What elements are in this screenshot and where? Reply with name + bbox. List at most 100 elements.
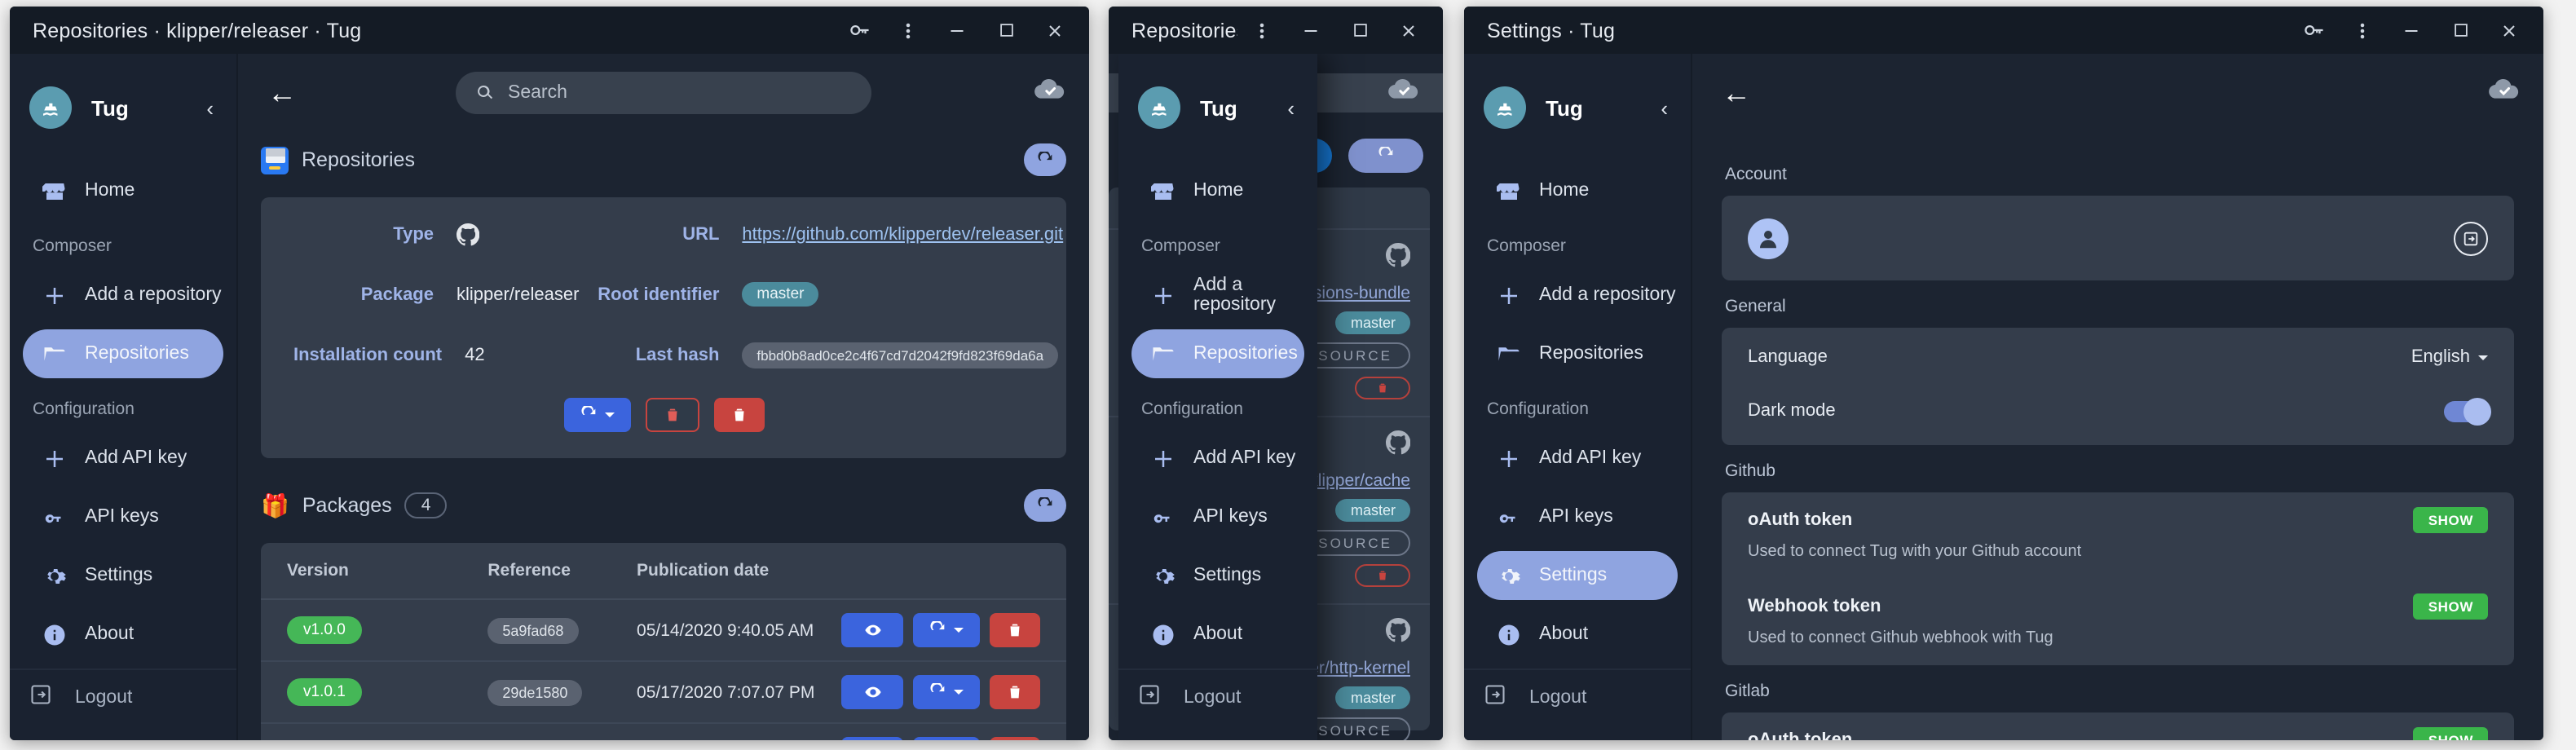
section-title: Packages bbox=[302, 494, 392, 517]
language-row[interactable]: Language English bbox=[1748, 328, 2488, 386]
plus-icon bbox=[1145, 283, 1180, 307]
window-settings: Settings · Tug Tug ‹ Home Composer Add a… bbox=[1464, 7, 2543, 740]
minimize-icon[interactable] bbox=[1286, 9, 1335, 51]
github-icon bbox=[1386, 430, 1411, 463]
page-body: Repositories Type URL https://github.com… bbox=[238, 132, 1089, 740]
sidebar-item-home[interactable]: Home bbox=[1477, 166, 1678, 215]
sidebar-item-settings[interactable]: Settings bbox=[1477, 551, 1678, 600]
key-icon[interactable] bbox=[835, 9, 884, 51]
refresh-button[interactable] bbox=[1348, 139, 1423, 173]
minimize-icon[interactable] bbox=[2387, 9, 2436, 51]
refresh-split-button[interactable] bbox=[913, 675, 980, 709]
more-options-icon[interactable] bbox=[1237, 9, 1286, 51]
repository-url-link[interactable]: https://github.com/klipperdev/releaser.g… bbox=[742, 225, 1063, 245]
sidebar-item-api-keys[interactable]: API keys bbox=[1477, 492, 1678, 541]
show-button[interactable]: SHOW bbox=[2413, 507, 2488, 533]
show-button[interactable]: SHOW bbox=[2413, 727, 2488, 740]
view-button[interactable] bbox=[841, 737, 903, 740]
detail-key: Last hash bbox=[635, 346, 720, 365]
logout-button[interactable]: Logout bbox=[1464, 668, 1691, 724]
branch-badge: master bbox=[1335, 686, 1410, 709]
delete-button[interactable] bbox=[990, 675, 1040, 709]
search-input[interactable]: Search bbox=[456, 72, 871, 114]
dark-mode-row[interactable]: Dark mode bbox=[1748, 386, 2491, 445]
cell-date: 05/14/2020 9:40.05 AM bbox=[611, 599, 815, 662]
table-row[interactable]: v1.0.0 5a9fad68 05/14/2020 9:40.05 AM bbox=[261, 599, 1066, 662]
cell-actions bbox=[814, 661, 1066, 724]
sidebar-item-about[interactable]: About bbox=[1477, 610, 1678, 659]
column-reference[interactable]: Reference bbox=[461, 543, 611, 600]
maximize-icon[interactable] bbox=[1335, 9, 1384, 51]
brand-name: Tug bbox=[91, 95, 129, 120]
logout-button[interactable]: Logout bbox=[1118, 668, 1317, 724]
sidebar-item-home[interactable]: Home bbox=[23, 166, 223, 215]
sidebar-item-api-keys[interactable]: API keys bbox=[1131, 492, 1304, 541]
arrow-left-icon[interactable]: ← bbox=[261, 76, 303, 110]
token-description: Used to connect Github webhook with Tug bbox=[1748, 629, 2053, 647]
sidebar-item-home[interactable]: Home bbox=[1131, 166, 1304, 215]
close-icon[interactable] bbox=[1384, 9, 1433, 51]
table-row[interactable]: v1.0.2 8131662e 06/01/2020 4:06.54 PM bbox=[261, 723, 1066, 740]
delete-outline-button[interactable] bbox=[645, 398, 699, 432]
chevron-left-icon[interactable]: ‹ bbox=[200, 95, 220, 120]
refresh-icon[interactable] bbox=[1024, 143, 1066, 176]
version-badge: v1.0.1 bbox=[287, 678, 362, 706]
dark-mode-toggle[interactable] bbox=[2444, 397, 2491, 425]
refresh-icon[interactable] bbox=[1024, 489, 1066, 522]
sidebar-item-repositories[interactable]: Repositories bbox=[1477, 329, 1678, 378]
arrow-left-icon[interactable]: ← bbox=[1715, 76, 1758, 110]
delete-button[interactable] bbox=[990, 613, 1040, 647]
sidebar-item-add-api-key[interactable]: Add API key bbox=[1477, 434, 1678, 483]
sidebar-item-settings[interactable]: Settings bbox=[1131, 551, 1304, 600]
chevron-left-icon[interactable]: ‹ bbox=[1654, 95, 1674, 120]
plus-icon bbox=[1490, 446, 1526, 470]
tug-logo-icon bbox=[1484, 86, 1526, 129]
refresh-split-button[interactable] bbox=[563, 398, 630, 432]
column-publication-date[interactable]: Publication date bbox=[611, 543, 815, 600]
brand: Tug ‹ bbox=[1464, 77, 1691, 139]
detail-url: URL https://github.com/klipperdev/releas… bbox=[579, 223, 1063, 246]
sidebar-item-api-keys[interactable]: API keys bbox=[23, 492, 223, 541]
sidebar-item-repositories[interactable]: Repositories bbox=[23, 329, 223, 378]
language-value[interactable]: English bbox=[2411, 347, 2488, 367]
sidebar-item-about[interactable]: About bbox=[1131, 610, 1304, 659]
sidebar-item-settings[interactable]: Settings bbox=[23, 551, 223, 600]
more-options-icon[interactable] bbox=[884, 9, 933, 51]
delete-button[interactable] bbox=[990, 737, 1040, 740]
close-icon[interactable] bbox=[1030, 9, 1079, 51]
sidebar-item-label: Repositories bbox=[85, 344, 189, 364]
repository-name-link[interactable]: klipper/cache bbox=[1309, 471, 1410, 491]
sidebar-item-add-api-key[interactable]: Add API key bbox=[1131, 434, 1304, 483]
maximize-icon[interactable] bbox=[981, 9, 1030, 51]
logout-button[interactable] bbox=[2454, 221, 2488, 255]
key-icon[interactable] bbox=[2289, 9, 2338, 51]
refresh-split-button[interactable] bbox=[913, 613, 980, 647]
view-button[interactable] bbox=[841, 675, 903, 709]
minimize-icon[interactable] bbox=[933, 9, 981, 51]
delete-button[interactable] bbox=[1355, 377, 1410, 399]
token-name: oAuth token bbox=[1748, 510, 1853, 530]
sidebar-item-repositories[interactable]: Repositories bbox=[1131, 329, 1304, 378]
logout-button[interactable]: Logout bbox=[10, 668, 236, 724]
maximize-icon[interactable] bbox=[2436, 9, 2485, 51]
delete-button[interactable] bbox=[713, 398, 764, 432]
sidebar-item-about[interactable]: About bbox=[23, 610, 223, 659]
sidebar-item-add-repository[interactable]: Add a repository bbox=[23, 271, 223, 320]
table-row[interactable]: v1.0.1 29de1580 05/17/2020 7:07.07 PM bbox=[261, 661, 1066, 724]
logout-icon bbox=[29, 683, 52, 711]
logout-icon bbox=[1484, 683, 1506, 711]
refresh-split-button[interactable] bbox=[913, 737, 980, 740]
view-button[interactable] bbox=[841, 613, 903, 647]
chevron-left-icon[interactable]: ‹ bbox=[1281, 95, 1301, 120]
sidebar-item-add-repository[interactable]: Add a repository bbox=[1131, 271, 1304, 320]
column-version[interactable]: Version bbox=[261, 543, 462, 600]
sidebar-item-add-repository[interactable]: Add a repository bbox=[1477, 271, 1678, 320]
sidebar-item-label: Settings bbox=[1539, 566, 1608, 585]
detail-value[interactable]: https://github.com/klipperdev/releaser.g… bbox=[742, 225, 1063, 245]
delete-button[interactable] bbox=[1355, 564, 1410, 587]
sidebar-item-add-api-key[interactable]: Add API key bbox=[23, 434, 223, 483]
more-options-icon[interactable] bbox=[2338, 9, 2387, 51]
account-row bbox=[1748, 196, 2488, 280]
show-button[interactable]: SHOW bbox=[2413, 593, 2488, 620]
close-icon[interactable] bbox=[2485, 9, 2534, 51]
